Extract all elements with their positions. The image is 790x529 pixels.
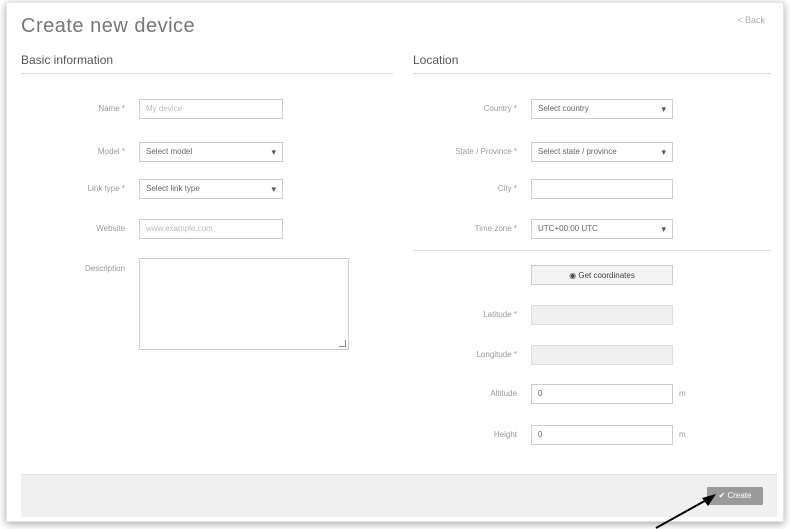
state-select[interactable]: Select state / province bbox=[531, 142, 673, 162]
basic-information-heading: Basic information bbox=[21, 53, 393, 74]
map-marker-icon: ◉ bbox=[569, 271, 577, 280]
website-input[interactable]: www.example.com bbox=[139, 219, 283, 239]
height-label: Height bbox=[493, 430, 517, 439]
resize-handle-icon[interactable] bbox=[339, 340, 346, 347]
arrow-cursor-icon bbox=[655, 494, 716, 529]
location-divider bbox=[413, 250, 771, 251]
country-select[interactable]: Select country bbox=[531, 99, 673, 119]
altitude-label: Altitude bbox=[490, 389, 517, 398]
website-label: Website bbox=[96, 224, 125, 233]
get-coordinates-label: Get coordinates bbox=[578, 271, 635, 280]
page-title: Create new device bbox=[21, 15, 196, 37]
time-zone-label: Time zone * bbox=[474, 224, 517, 233]
description-textarea[interactable] bbox=[139, 258, 349, 350]
create-device-window: Create new device < Back Basic informati… bbox=[6, 2, 784, 522]
country-label: Country * bbox=[483, 104, 517, 113]
city-input[interactable] bbox=[531, 179, 673, 199]
latitude-label: Latitude * bbox=[483, 310, 517, 319]
description-label: Description bbox=[84, 264, 125, 273]
link-type-select[interactable]: Select link type bbox=[139, 179, 283, 199]
back-link[interactable]: < Back bbox=[737, 15, 765, 25]
model-select[interactable]: Select model bbox=[139, 142, 283, 162]
altitude-input[interactable]: 0 bbox=[531, 384, 673, 404]
get-coordinates-button[interactable]: ◉ Get coordinates bbox=[531, 265, 673, 285]
name-label: Name * bbox=[98, 104, 125, 113]
name-input[interactable]: My device bbox=[139, 99, 283, 119]
altitude-unit: m bbox=[679, 389, 686, 398]
height-input[interactable]: 0 bbox=[531, 425, 673, 445]
latitude-input bbox=[531, 305, 673, 325]
state-label: State / Province * bbox=[455, 147, 517, 156]
location-heading: Location bbox=[413, 53, 771, 74]
city-label: City * bbox=[497, 184, 517, 193]
longitude-input bbox=[531, 345, 673, 365]
model-label: Model * bbox=[97, 147, 125, 156]
longitude-label: Longitude * bbox=[476, 350, 517, 359]
height-unit: m bbox=[679, 430, 686, 439]
time-zone-select[interactable]: UTC+00:00 UTC bbox=[531, 219, 673, 239]
link-type-label: Link type * bbox=[87, 184, 125, 193]
